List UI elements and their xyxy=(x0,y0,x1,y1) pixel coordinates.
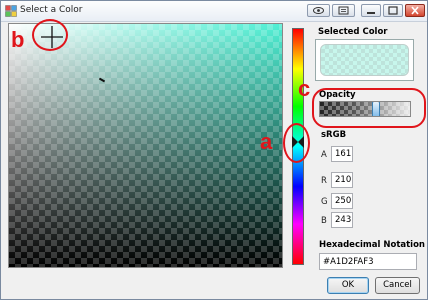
screenshot-button[interactable] xyxy=(332,4,355,17)
minimize-icon xyxy=(367,12,375,14)
transparency-checker xyxy=(9,24,282,267)
cancel-button[interactable]: Cancel xyxy=(375,277,420,294)
screenshot-icon xyxy=(338,6,349,15)
annotation-label-b: b xyxy=(11,27,25,52)
annotation-label-c: c xyxy=(298,76,311,101)
annotation-circle-b xyxy=(32,19,68,51)
alpha-label: A xyxy=(321,150,327,160)
alpha-input[interactable]: 161 xyxy=(331,146,353,162)
maximize-button[interactable] xyxy=(383,4,403,17)
selected-color-preview xyxy=(320,44,409,76)
selected-color-label: Selected Color xyxy=(318,27,388,37)
eye-icon xyxy=(313,7,324,14)
annotation-box-c xyxy=(312,88,426,128)
color-dialog-window: Select a Color Selected Color Opacity sR… xyxy=(0,0,428,300)
red-label: R xyxy=(321,176,327,186)
preview-checker xyxy=(321,45,408,75)
selected-color-swatch xyxy=(315,39,414,81)
color-palette-icon xyxy=(5,5,17,17)
window-title: Select a Color xyxy=(20,5,83,15)
hex-input[interactable]: #A1D2FAF3 xyxy=(319,253,417,270)
minimize-button[interactable] xyxy=(361,4,381,17)
close-button[interactable] xyxy=(405,4,425,17)
srgb-label: sRGB xyxy=(321,130,347,140)
annotation-label-a: a xyxy=(260,129,273,154)
annotation-circle-a xyxy=(283,123,310,163)
ok-button[interactable]: OK xyxy=(327,277,369,294)
red-input[interactable]: 210 xyxy=(331,172,353,188)
eye-button[interactable] xyxy=(307,4,330,17)
saturation-value-area[interactable] xyxy=(8,23,283,268)
blue-input[interactable]: 243 xyxy=(331,212,353,228)
green-label: G xyxy=(321,197,328,207)
blue-label: B xyxy=(321,216,327,226)
close-icon xyxy=(411,6,419,15)
hex-label: Hexadecimal Notation xyxy=(319,240,425,250)
title-bar[interactable]: Select a Color xyxy=(1,1,427,22)
green-input[interactable]: 250 xyxy=(331,193,353,209)
maximize-icon xyxy=(388,6,398,15)
